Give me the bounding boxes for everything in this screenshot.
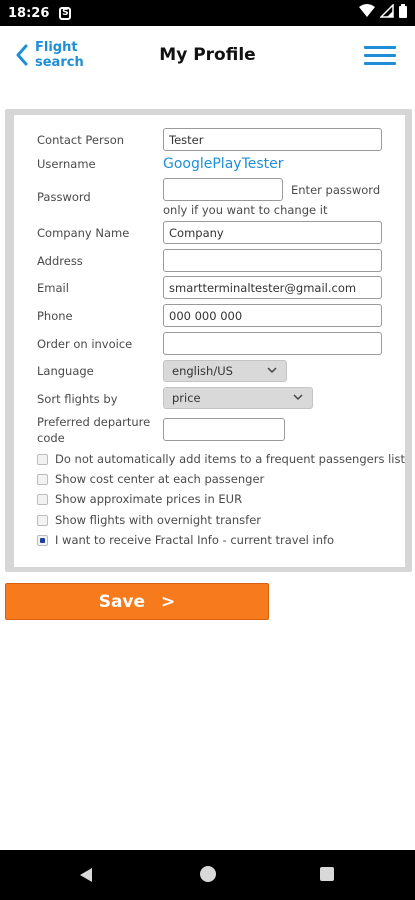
save-button[interactable]: Save > <box>5 583 269 620</box>
chevron-down-icon <box>293 394 303 401</box>
status-time: 18:26 <box>8 5 50 21</box>
status-icons <box>359 4 407 18</box>
preferred-departure-input[interactable] <box>163 418 285 441</box>
option-row[interactable]: Show approximate prices in EUR <box>37 492 242 506</box>
option-checkbox[interactable] <box>37 534 48 546</box>
preferred-departure-label-line2: code <box>37 431 65 445</box>
option-checkbox[interactable] <box>37 493 48 505</box>
wifi-icon <box>359 4 375 17</box>
option-checkbox[interactable] <box>37 453 48 465</box>
order-on-invoice-label: Order on invoice <box>37 337 133 351</box>
option-label: I want to receive Fractal Info - current… <box>55 533 335 547</box>
nav-home-icon[interactable] <box>200 866 216 882</box>
save-arrow-icon: > <box>161 591 176 612</box>
option-label: Show flights with overnight transfer <box>55 513 262 527</box>
option-checkbox[interactable] <box>37 514 48 526</box>
status-bar: 18:26 S <box>0 0 415 26</box>
option-label: Show approximate prices in EUR <box>55 492 243 506</box>
nav-recents-icon[interactable] <box>320 867 334 881</box>
preferred-departure-label-line1: Preferred departure <box>37 415 151 429</box>
chevron-down-icon <box>267 367 277 374</box>
option-label: Show cost center at each passenger <box>55 472 265 486</box>
email-label: Email <box>37 281 69 295</box>
sort-flights-selected-value: price <box>172 391 201 405</box>
username-value: GooglePlayTester <box>163 156 284 172</box>
option-checkbox[interactable] <box>37 473 48 485</box>
password-hint-line1: Enter password <box>291 183 381 197</box>
sort-flights-select[interactable]: price <box>163 387 313 409</box>
company-name-input[interactable]: Company <box>163 221 382 244</box>
sort-flights-label: Sort flights by <box>37 392 118 406</box>
address-input[interactable] <box>163 249 382 272</box>
password-input[interactable] <box>163 178 283 201</box>
address-label: Address <box>37 254 83 268</box>
app-header: Flight search My Profile <box>0 26 415 88</box>
phone-input[interactable]: 000 000 000 <box>163 304 382 327</box>
contact-person-input[interactable]: Tester <box>163 128 382 151</box>
signal-icon <box>380 4 394 18</box>
nav-back-icon[interactable] <box>79 867 93 883</box>
page-title: My Profile <box>159 45 256 65</box>
contact-person-label: Contact Person <box>37 133 125 147</box>
email-input[interactable]: smartterminaltester@gmail.com <box>163 276 382 299</box>
phone-label: Phone <box>37 309 73 323</box>
username-label: Username <box>37 157 96 171</box>
language-selected-value: english/US <box>172 364 233 378</box>
order-on-invoice-input[interactable] <box>163 332 382 355</box>
option-row[interactable]: I want to receive Fractal Info - current… <box>37 533 334 547</box>
notification-icon: S <box>59 6 72 20</box>
hamburger-menu-icon[interactable] <box>364 46 396 66</box>
password-hint-line2: only if you want to change it <box>163 203 328 217</box>
option-label: Do not automatically add items to a freq… <box>55 452 405 466</box>
company-name-label: Company Name <box>37 226 130 240</box>
option-row[interactable]: Show flights with overnight transfer <box>37 513 261 527</box>
option-row[interactable]: Do not automatically add items to a freq… <box>37 452 405 466</box>
password-label: Password <box>37 190 91 204</box>
battery-icon <box>399 4 407 18</box>
system-nav-bar <box>0 850 415 900</box>
language-select[interactable]: english/US <box>163 360 287 382</box>
language-label: Language <box>37 364 94 378</box>
save-button-label: Save <box>98 591 146 612</box>
option-row[interactable]: Show cost center at each passenger <box>37 472 264 486</box>
